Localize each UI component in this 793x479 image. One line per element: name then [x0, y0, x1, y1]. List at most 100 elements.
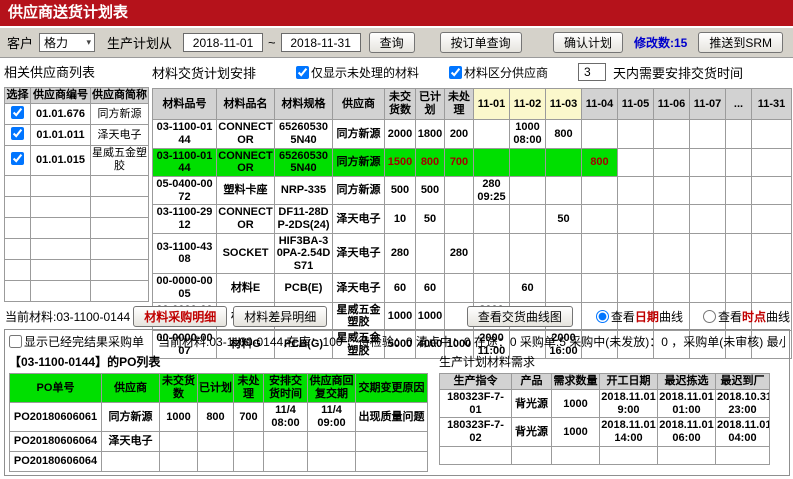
detail-tables: 【03-1100-0144】的PO列表 PO单号供应商未交货数已计划未处理安排交… [5, 351, 789, 472]
date-to-input[interactable] [281, 33, 361, 52]
supplier-checkbox[interactable] [11, 106, 24, 119]
column-header: 安排交货时间 [264, 374, 308, 403]
radio-icon[interactable] [596, 310, 609, 323]
material-row[interactable]: 05-0400-0072塑料卡座NRP-335同方新源500500280 09:… [153, 176, 792, 204]
po-list-table: PO单号供应商未交货数已计划未处理安排交货时间供应商回复交期交期变更原因PO20… [9, 373, 428, 472]
column-header: 供应商编号 [31, 88, 91, 104]
production-demand-table: 生产指令产品需求数量开工日期最迟拣选最迟到厂180323F-7-01背光源100… [439, 373, 770, 465]
material-row[interactable]: 03-1100-0144CONNECTOR652605305N40同方新源200… [153, 120, 792, 148]
delivery-qty-cell [690, 205, 726, 233]
planned-qty-cell: 800 [198, 403, 234, 431]
po-number-cell: PO20180606064 [10, 451, 102, 471]
radio-text: 查看 [718, 308, 742, 325]
delivery-qty-cell [654, 148, 690, 176]
production-row[interactable]: 180323F-7-01背光源10002018.11.01 9:002018.1… [440, 390, 770, 418]
view-timepoint-curve-radio[interactable]: 查看时点曲线 [703, 308, 790, 325]
empty-cell [91, 217, 149, 238]
planned-qty-cell: 800 [416, 148, 445, 176]
supplier-cell [102, 451, 160, 471]
empty-cell [91, 196, 149, 217]
material-stock-status: 当前材料:03-1100-0144,在库：100 ，待检验：0 清点中：0 在途… [158, 333, 785, 350]
radio-text-highlight: 时点 [742, 308, 766, 325]
material-diff-detail-button[interactable]: 材料差异明细 [233, 306, 327, 327]
checkbox-icon[interactable] [449, 66, 462, 79]
column-header: 交期变更原因 [356, 374, 428, 403]
material-purchase-detail-button[interactable]: 材料采购明细 [133, 306, 227, 327]
delivery-qty-cell [582, 120, 618, 148]
only-unprocessed-checkbox[interactable]: 仅显示未处理的材料 [296, 64, 419, 81]
column-header: 供应商 [102, 374, 160, 403]
change-reason-cell [356, 431, 428, 451]
pending-qty-cell [234, 431, 264, 451]
supplier-code-cell: 01.01.676 [31, 104, 91, 125]
show-closed-po-checkbox[interactable]: 显示已经完结果采购单 [9, 333, 144, 350]
view-date-curve-radio[interactable]: 查看日期曲线 [596, 308, 683, 325]
supplier-row[interactable]: 01.01.015星威五金塑胶 [5, 146, 149, 175]
schedule-header-row: 材料品号材料品名材料规格供应商未交货数已计划未处理11-0111-0211-03… [153, 89, 792, 120]
column-header: 供应商简称 [91, 88, 149, 104]
empty-cell [5, 217, 31, 238]
only-unprocessed-label: 仅显示未处理的材料 [311, 64, 419, 81]
supplier-row[interactable]: 01.01.676同方新源 [5, 104, 149, 125]
delivery-qty-cell [474, 205, 510, 233]
delivery-qty-cell [618, 205, 654, 233]
column-header: PO单号 [10, 374, 102, 403]
material-row[interactable]: 03-1100-4308SOCKETHIF3BA-30PA-2.54DS71泽天… [153, 233, 792, 274]
supplier-code-cell: 01.01.011 [31, 125, 91, 146]
unshipped-qty-cell: 10 [385, 205, 416, 233]
po-row[interactable]: PO20180606064泽天电子 [10, 431, 428, 451]
date-column-header: 11-02 [510, 89, 546, 120]
supplier-row[interactable]: 01.01.011泽天电子 [5, 125, 149, 146]
column-header: 已计划 [416, 89, 445, 120]
production-row[interactable]: 180323F-7-02背光源10002018.11.01 14:002018.… [440, 418, 770, 446]
start-date-cell: 2018.11.01 14:00 [600, 418, 658, 446]
radio-icon[interactable] [703, 310, 716, 323]
supplier-cell: 泽天电子 [333, 233, 385, 274]
checkbox-icon[interactable] [296, 66, 309, 79]
column-header: 生产指令 [440, 374, 512, 390]
latest-pick-cell: 2018.11.01 06:00 [658, 418, 716, 446]
checkbox-icon[interactable] [9, 335, 22, 348]
delivery-qty-cell [654, 274, 690, 302]
split-supplier-checkbox[interactable]: 材料区分供应商 [449, 64, 548, 81]
delivery-qty-cell [726, 120, 752, 148]
delivery-qty-cell [726, 176, 752, 204]
query-button[interactable]: 查询 [369, 32, 415, 53]
supplier-select-cell [5, 104, 31, 125]
material-row[interactable]: 00-0000-0005材料EPCB(E)泽天电子606060 [153, 274, 792, 302]
production-demand-panel: 生产计划材料需求 生产指令产品需求数量开工日期最迟拣选最迟到厂180323F-7… [439, 351, 769, 472]
push-to-srm-button[interactable]: 推送到SRM [698, 32, 783, 53]
unshipped-qty-cell [160, 451, 198, 471]
po-row[interactable]: PO20180606061同方新源100080070011/4 08:0011/… [10, 403, 428, 431]
supplier-checkbox[interactable] [11, 152, 24, 165]
material-row[interactable]: 03-1100-0144CONNECTOR652605305N40同方新源150… [153, 148, 792, 176]
delivery-qty-cell [726, 148, 752, 176]
delivery-qty-cell [510, 176, 546, 204]
delivery-qty-cell [618, 120, 654, 148]
modified-count: 修改数:15 [634, 34, 687, 51]
date-from-input[interactable] [183, 33, 263, 52]
query-by-order-button[interactable]: 按订单查询 [440, 32, 522, 53]
days-ahead-label: 天内需要安排交货时间 [613, 63, 743, 82]
start-date-cell: 2018.11.01 9:00 [600, 390, 658, 418]
material-row[interactable]: 03-1100-2912CONNECTORDF11-28DP-2DS(24)泽天… [153, 205, 792, 233]
view-delivery-curve-button[interactable]: 查看交货曲线图 [467, 306, 573, 327]
empty-cell [31, 196, 91, 217]
column-header: 最迟到厂 [716, 374, 770, 390]
radio-text: 曲线 [659, 308, 683, 325]
customer-select[interactable]: 格力 ▾ [39, 33, 95, 52]
po-row[interactable]: PO20180606064 [10, 451, 428, 471]
latest-arrival-cell [716, 446, 770, 464]
supplier-checkbox[interactable] [11, 127, 24, 140]
radio-text: 曲线 [766, 308, 790, 325]
delivery-qty-cell [546, 233, 582, 274]
production-row[interactable] [440, 446, 770, 464]
plan-from-label: 生产计划从 [107, 33, 172, 52]
days-ahead-input[interactable] [578, 63, 606, 81]
item-name-cell: CONNECTOR [217, 148, 275, 176]
confirm-plan-button[interactable]: 确认计划 [553, 32, 623, 53]
delivery-qty-cell [690, 176, 726, 204]
current-material-bar: 当前材料:03-1100-0144 材料采购明细 材料差异明细 查看交货曲线图 … [5, 306, 790, 327]
pending-qty-cell: 700 [234, 403, 264, 431]
delivery-qty-cell [474, 120, 510, 148]
